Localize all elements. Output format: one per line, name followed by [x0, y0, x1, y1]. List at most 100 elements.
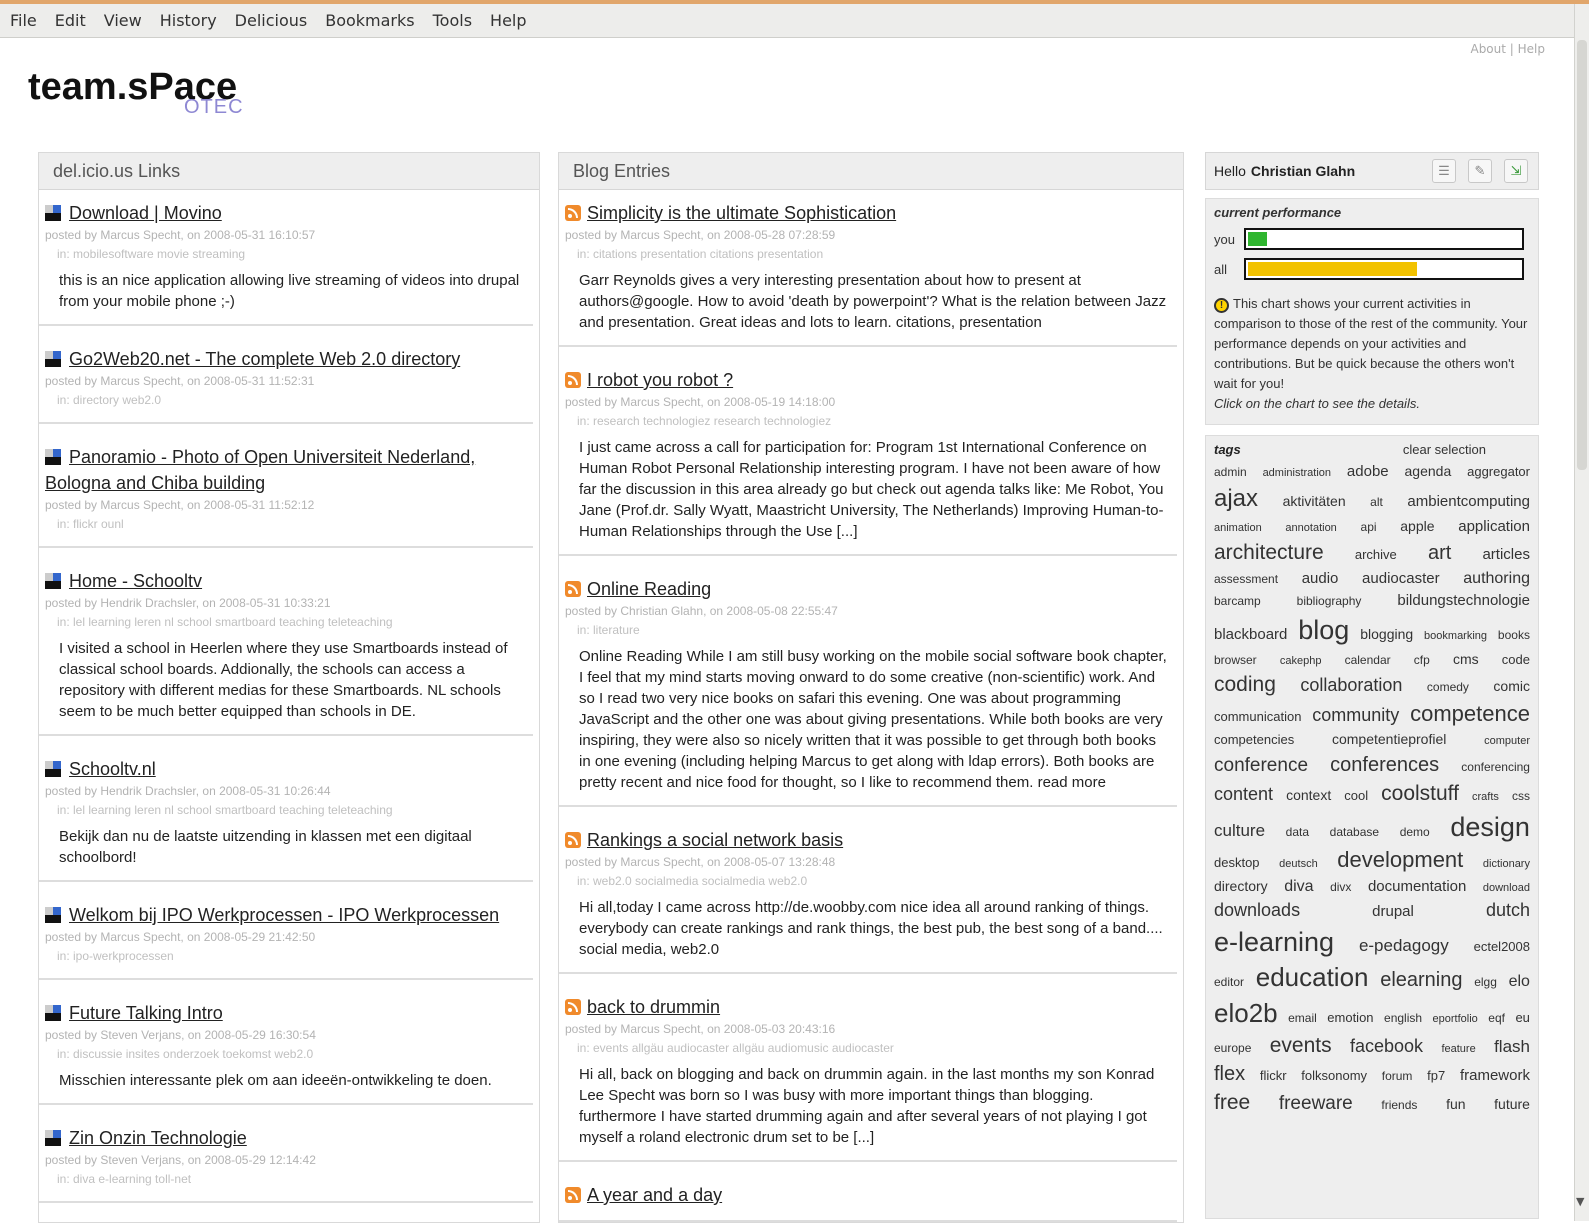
list-view-icon[interactable]: ☰	[1432, 159, 1456, 183]
tag-link[interactable]: assessment	[1214, 572, 1278, 586]
tag-link[interactable]: data	[1286, 825, 1309, 839]
tag-link[interactable]: desktop	[1214, 855, 1260, 871]
scrollbar-thumb[interactable]	[1577, 40, 1587, 470]
tag-link[interactable]: css	[1512, 789, 1530, 803]
tag-link[interactable]: aggregator	[1467, 464, 1530, 480]
tag-link[interactable]: elo	[1509, 972, 1530, 991]
tag-link[interactable]: documentation	[1368, 878, 1466, 896]
menu-item-bookmarks[interactable]: Bookmarks	[325, 11, 414, 30]
tag-link[interactable]: development	[1337, 847, 1463, 873]
link-item-tags[interactable]: in: lel learning leren nl school smartbo…	[45, 801, 527, 820]
tag-link[interactable]: english	[1384, 1011, 1422, 1025]
performance-you-row[interactable]: you	[1214, 228, 1530, 250]
tag-link[interactable]: communication	[1214, 709, 1301, 725]
link-item-title[interactable]: Welkom bij IPO Werkprocessen - IPO Werkp…	[45, 902, 527, 928]
link-item-title-text[interactable]: Welkom bij IPO Werkprocessen - IPO Werkp…	[69, 905, 499, 925]
tag-link[interactable]: calendar	[1345, 653, 1391, 667]
tag-link[interactable]: design	[1450, 811, 1530, 843]
link-item-tags[interactable]: in: directory web2.0	[45, 391, 527, 410]
menu-item-history[interactable]: History	[160, 11, 217, 30]
tag-link[interactable]: alt	[1370, 495, 1383, 509]
tag-link[interactable]: context	[1286, 787, 1331, 804]
link-item-title[interactable]: Panoramio - Photo of Open Universiteit N…	[45, 444, 527, 496]
blog-entry-title-text[interactable]: Simplicity is the ultimate Sophisticatio…	[587, 203, 896, 223]
tag-link[interactable]: blogging	[1360, 626, 1413, 643]
blog-entry-title-text[interactable]: I robot you robot ?	[587, 370, 733, 390]
blog-entry-tags[interactable]: in: citations presentation citations pre…	[565, 245, 1171, 264]
tag-link[interactable]: architecture	[1214, 540, 1324, 565]
tag-link[interactable]: bibliography	[1297, 594, 1362, 608]
link-item-title[interactable]: Go2Web20.net - The complete Web 2.0 dire…	[45, 346, 527, 372]
blog-entry-tags[interactable]: in: web2.0 socialmedia socialmedia web2.…	[565, 872, 1171, 891]
tag-link[interactable]: forum	[1382, 1069, 1413, 1083]
tag-link[interactable]: adobe	[1347, 463, 1389, 481]
link-item-title[interactable]: Home - Schooltv	[45, 568, 527, 594]
tag-link[interactable]: deutsch	[1279, 858, 1318, 871]
tag-link[interactable]: conferencing	[1461, 760, 1530, 774]
tag-link[interactable]: events	[1270, 1033, 1332, 1058]
tag-link[interactable]: administration	[1263, 467, 1331, 480]
tag-link[interactable]: cool	[1344, 788, 1368, 804]
tag-link[interactable]: flickr	[1260, 1068, 1287, 1084]
tag-link[interactable]: comedy	[1427, 680, 1469, 694]
blog-entry-tags[interactable]: in: research technologiez research techn…	[565, 412, 1171, 431]
tag-link[interactable]: divx	[1330, 880, 1351, 894]
tag-link[interactable]: dutch	[1486, 900, 1530, 922]
clear-selection-link[interactable]: clear selection	[1403, 442, 1486, 457]
tag-link[interactable]: competencies	[1214, 732, 1294, 748]
tag-link[interactable]: application	[1458, 518, 1530, 536]
tag-link[interactable]: directory	[1214, 878, 1268, 895]
tag-link[interactable]: audio	[1302, 570, 1339, 588]
blog-entry-title-text[interactable]: back to drummin	[587, 997, 720, 1017]
tag-link[interactable]: ajax	[1214, 485, 1258, 514]
tag-link[interactable]: education	[1256, 962, 1369, 993]
tag-link[interactable]: eu	[1515, 1010, 1529, 1026]
tag-link[interactable]: competence	[1410, 701, 1530, 727]
blog-entry-title[interactable]: Rankings a social network basis	[565, 827, 1171, 853]
tag-link[interactable]: e-pedagogy	[1359, 936, 1449, 956]
tag-link[interactable]: facebook	[1350, 1036, 1423, 1058]
tag-link[interactable]: editor	[1214, 975, 1244, 989]
tag-link[interactable]: emotion	[1327, 1010, 1373, 1026]
tag-link[interactable]: art	[1428, 541, 1451, 565]
tag-link[interactable]: authoring	[1463, 569, 1530, 588]
link-item-title-text[interactable]: Go2Web20.net - The complete Web 2.0 dire…	[69, 349, 460, 369]
tag-link[interactable]: e-learning	[1214, 926, 1334, 958]
tag-link[interactable]: computer	[1484, 735, 1530, 748]
tag-link[interactable]: fun	[1446, 1096, 1465, 1113]
link-item-title-text[interactable]: Panoramio - Photo of Open Universiteit N…	[45, 447, 475, 493]
tag-link[interactable]: crafts	[1472, 791, 1499, 804]
performance-all-bar[interactable]	[1244, 258, 1524, 280]
tag-link[interactable]: email	[1288, 1011, 1317, 1025]
tag-link[interactable]: cms	[1453, 651, 1479, 668]
blog-entry-title[interactable]: I robot you robot ?	[565, 367, 1171, 393]
tag-link[interactable]: books	[1498, 628, 1530, 642]
link-item-tags[interactable]: in: mobilesoftware movie streaming	[45, 245, 527, 264]
tag-link[interactable]: downloads	[1214, 900, 1300, 922]
link-item-tags[interactable]: in: diva e-learning toll-net	[45, 1170, 527, 1189]
blog-entry-title[interactable]: back to drummin	[565, 994, 1171, 1020]
tag-link[interactable]: articles	[1482, 546, 1530, 564]
tag-link[interactable]: cakephp	[1280, 655, 1322, 668]
tag-link[interactable]: collaboration	[1300, 675, 1402, 697]
tag-link[interactable]: archive	[1355, 547, 1397, 563]
link-item-title-text[interactable]: Download | Movino	[69, 203, 222, 223]
site-logo[interactable]: team.sPace OTEC	[28, 66, 243, 118]
link-item-title-text[interactable]: Zin Onzin Technologie	[69, 1128, 247, 1148]
tag-link[interactable]: flash	[1494, 1037, 1530, 1057]
tag-link[interactable]: conference	[1214, 755, 1308, 778]
tag-link[interactable]: api	[1361, 520, 1377, 534]
tag-link[interactable]: culture	[1214, 821, 1265, 841]
link-item-title[interactable]: Download | Movino	[45, 200, 527, 226]
tag-link[interactable]: audiocaster	[1362, 570, 1440, 588]
tag-link[interactable]: flex	[1214, 1062, 1245, 1086]
tag-link[interactable]: download	[1483, 882, 1530, 895]
performance-all-row[interactable]: all	[1214, 258, 1530, 280]
performance-you-bar[interactable]	[1244, 228, 1524, 250]
tag-link[interactable]: barcamp	[1214, 594, 1261, 608]
tag-link[interactable]: fp7	[1427, 1068, 1445, 1084]
blog-entry-title[interactable]: Simplicity is the ultimate Sophisticatio…	[565, 200, 1171, 226]
performance-panel[interactable]: current performance you all ! This chart …	[1205, 198, 1539, 425]
tag-link[interactable]: annotation	[1285, 522, 1336, 535]
tag-link[interactable]: browser	[1214, 653, 1257, 667]
